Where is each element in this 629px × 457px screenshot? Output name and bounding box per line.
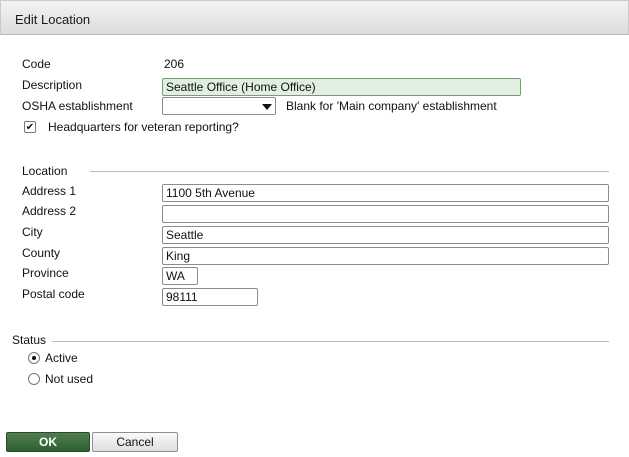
address1-input[interactable] xyxy=(162,184,609,202)
code-label: Code xyxy=(22,57,51,71)
status-active-label: Active xyxy=(45,351,78,365)
headquarters-checkbox[interactable] xyxy=(24,121,36,133)
description-input[interactable] xyxy=(162,78,521,96)
chevron-down-icon xyxy=(262,104,272,110)
status-not-used-radio[interactable] xyxy=(28,373,40,385)
city-label: City xyxy=(22,225,43,239)
headquarters-label: Headquarters for veteran reporting? xyxy=(48,120,239,134)
dialog-titlebar: Edit Location xyxy=(0,0,629,35)
status-divider xyxy=(52,341,609,342)
address2-input[interactable] xyxy=(162,205,609,223)
code-value: 206 xyxy=(164,57,185,71)
osha-select[interactable] xyxy=(162,97,276,115)
province-input[interactable] xyxy=(162,267,198,285)
postal-code-input[interactable] xyxy=(162,288,258,306)
location-section-label: Location xyxy=(22,164,68,178)
postal-code-label: Postal code xyxy=(22,287,85,301)
status-active-radio[interactable] xyxy=(28,352,40,364)
province-label: Province xyxy=(22,266,69,280)
osha-label: OSHA establishment xyxy=(22,99,133,113)
county-label: County xyxy=(22,246,61,260)
dialog-title: Edit Location xyxy=(15,12,91,27)
description-label: Description xyxy=(22,78,83,92)
cancel-button[interactable]: Cancel xyxy=(92,432,178,452)
address2-label: Address 2 xyxy=(22,204,77,218)
osha-hint: Blank for 'Main company' establishment xyxy=(286,99,497,113)
county-input[interactable] xyxy=(162,247,609,265)
city-input[interactable] xyxy=(162,226,609,244)
ok-button[interactable]: OK xyxy=(6,432,90,452)
location-divider xyxy=(90,171,609,172)
address1-label: Address 1 xyxy=(22,184,77,198)
status-section-label: Status xyxy=(12,333,47,347)
status-not-used-label: Not used xyxy=(45,372,94,386)
